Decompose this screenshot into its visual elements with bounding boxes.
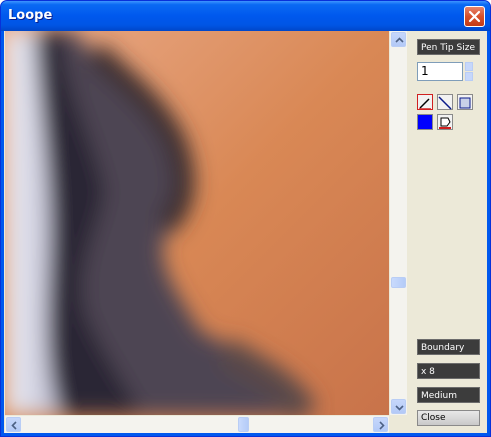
pen-tip-size-input[interactable]: 1: [417, 62, 463, 81]
horizontal-scroll-thumb[interactable]: [238, 417, 249, 432]
scroll-down-button[interactable]: [391, 399, 406, 414]
control-panel: Pen Tip Size 1 Boundary x 8 Medium Close: [409, 31, 487, 433]
chevron-right-icon: [379, 421, 385, 430]
window-close-button[interactable]: [464, 6, 485, 27]
pen-tool-icon: [419, 98, 431, 110]
zoom-label[interactable]: x 8: [417, 363, 480, 379]
chevron-left-icon: [11, 421, 17, 430]
loope-window: Loope Pen Tip Size 1 Boundary x 8 Medium…: [0, 0, 491, 437]
scroll-right-button[interactable]: [373, 417, 388, 432]
scroll-up-button[interactable]: [391, 32, 406, 47]
vertical-scrollbar[interactable]: [390, 31, 407, 415]
chevron-down-icon: [395, 405, 404, 411]
close-button[interactable]: Close: [417, 410, 480, 426]
size-label[interactable]: Medium: [417, 387, 480, 403]
bucket-color-icon: [439, 117, 451, 129]
client-area: Pen Tip Size 1 Boundary x 8 Medium Close: [4, 31, 487, 433]
rectangle-tool-button[interactable]: [457, 94, 473, 110]
rectangle-tool-icon: [459, 97, 471, 109]
vertical-scroll-thumb[interactable]: [391, 277, 406, 288]
magnified-image-canvas: [5, 31, 389, 415]
bucket-color-button[interactable]: [437, 114, 453, 130]
pen-tool-button[interactable]: [417, 94, 433, 110]
pen-tip-size-stepper[interactable]: [465, 62, 473, 81]
stepper-down-button[interactable]: [465, 72, 473, 81]
magnified-image[interactable]: [5, 31, 389, 415]
horizontal-scrollbar[interactable]: [5, 416, 389, 433]
scroll-left-button[interactable]: [6, 417, 21, 432]
title-bar[interactable]: Loope: [1, 1, 490, 31]
line-tool-button[interactable]: [437, 94, 453, 110]
line-tool-icon: [438, 96, 452, 110]
close-icon: [468, 10, 481, 23]
pen-tip-size-label: Pen Tip Size: [417, 39, 480, 55]
window-title: Loope: [8, 8, 53, 23]
boundary-label[interactable]: Boundary: [417, 339, 480, 355]
fill-color-button[interactable]: [417, 114, 433, 130]
stepper-up-button[interactable]: [465, 62, 473, 71]
chevron-up-icon: [395, 37, 404, 43]
